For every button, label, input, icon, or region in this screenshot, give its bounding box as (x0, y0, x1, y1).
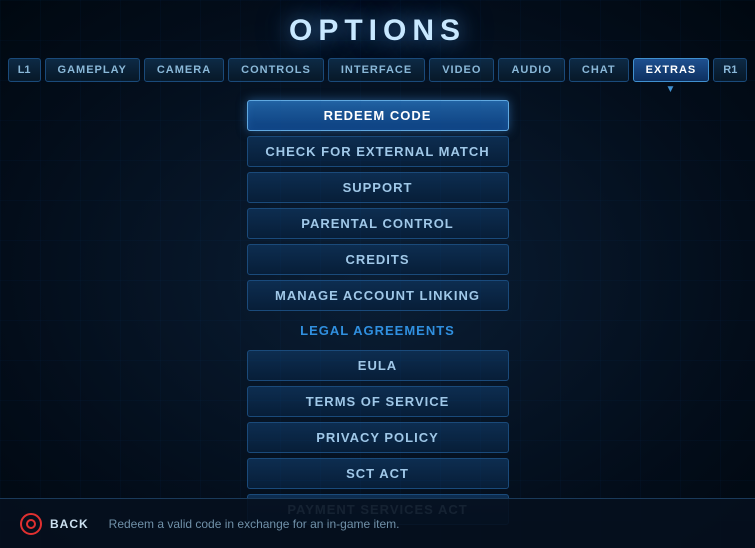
tab-camera[interactable]: CAMERA (144, 58, 224, 82)
tab-gameplay[interactable]: GAMEPLAY (45, 58, 140, 82)
menu-item-support[interactable]: SUPPORT (247, 172, 509, 203)
menu-item-redeem-code[interactable]: REDEEM CODE (247, 100, 509, 131)
tab-extras[interactable]: EXTRAS (633, 58, 710, 82)
tab-video[interactable]: VIDEO (429, 58, 494, 82)
bottom-hint: Redeem a valid code in exchange for an i… (109, 517, 400, 531)
menu-item-credits[interactable]: CREDITS (247, 244, 509, 275)
menu-item-terms-of-service[interactable]: TERMS OF SERVICE (247, 386, 509, 417)
page-title: OPTIONS (0, 0, 755, 58)
menu-item-sct-act[interactable]: SCT ACT (247, 458, 509, 489)
back-button[interactable]: BACK (20, 513, 89, 535)
menu-item-parental-control[interactable]: PARENTAL CONTROL (247, 208, 509, 239)
tab-bar: L1 GAMEPLAY CAMERA CONTROLS INTERFACE VI… (0, 58, 755, 90)
menu-item-privacy-policy[interactable]: PRIVACY POLICY (247, 422, 509, 453)
tab-audio[interactable]: AUDIO (498, 58, 564, 82)
menu-area: REDEEM CODE CHECK FOR EXTERNAL MATCH SUP… (0, 90, 755, 525)
tab-r1[interactable]: R1 (713, 58, 747, 82)
tab-chat[interactable]: CHAT (569, 58, 629, 82)
back-label: BACK (50, 517, 89, 531)
menu-item-manage-account-linking[interactable]: MANAGE ACCOUNT LINKING (247, 280, 509, 311)
tab-controls[interactable]: CONTROLS (228, 58, 324, 82)
tab-interface[interactable]: INTERFACE (328, 58, 425, 82)
menu-item-check-external-match[interactable]: CHECK FOR EXTERNAL MATCH (247, 136, 509, 167)
bottom-bar: BACK Redeem a valid code in exchange for… (0, 498, 755, 548)
menu-label-legal-agreements: LEGAL AGREEMENTS (247, 316, 509, 345)
menu-item-eula[interactable]: EULA (247, 350, 509, 381)
circle-inner-icon (26, 519, 36, 529)
circle-icon (20, 513, 42, 535)
tab-l1[interactable]: L1 (8, 58, 41, 82)
